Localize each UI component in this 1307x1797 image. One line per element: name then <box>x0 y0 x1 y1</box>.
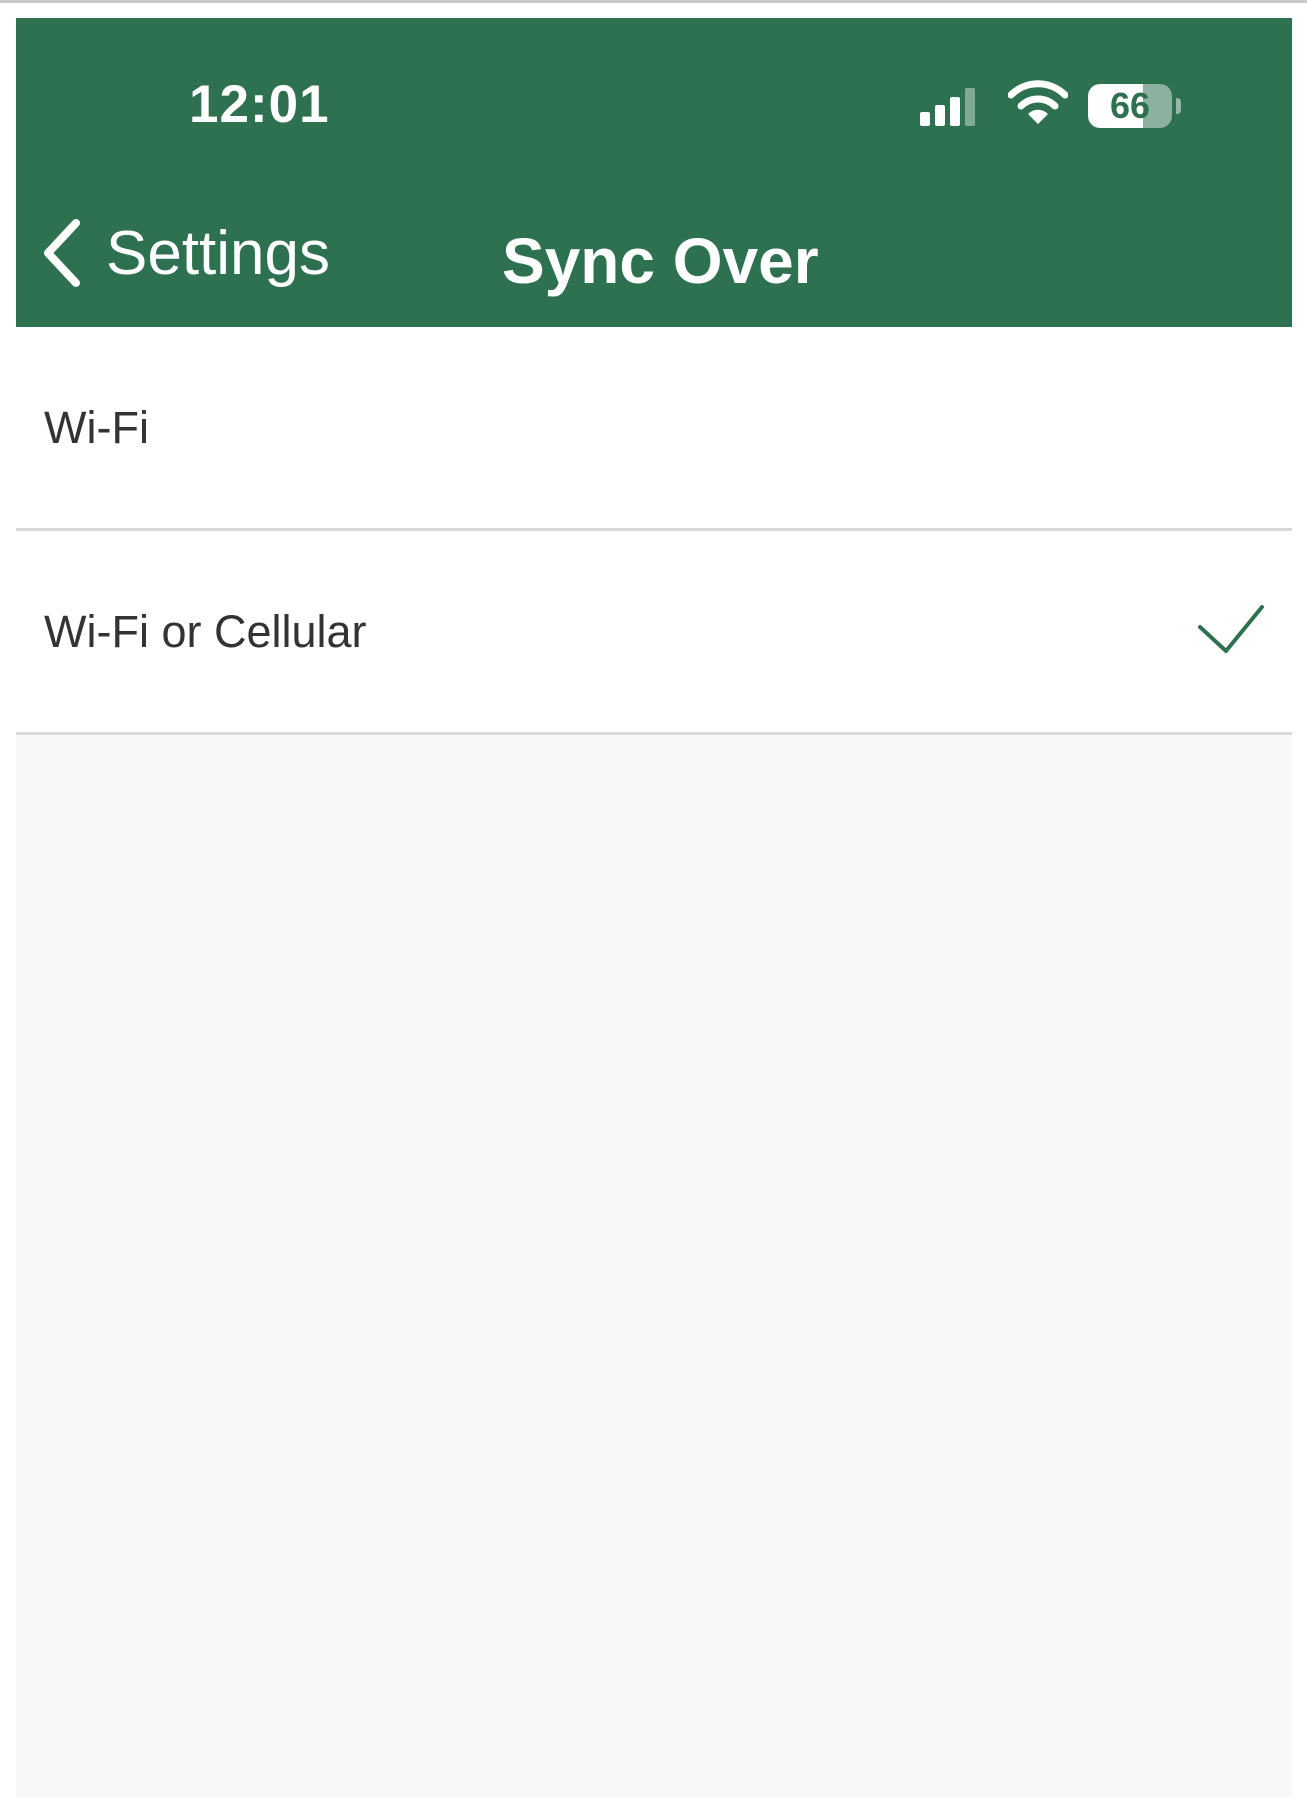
wifi-icon <box>1008 80 1068 124</box>
page-title: Sync Over <box>502 225 819 297</box>
option-wifi[interactable]: Wi-Fi <box>16 327 1292 531</box>
back-button[interactable]: Settings <box>42 208 330 298</box>
cellular-signal-icon <box>920 88 975 126</box>
option-label: Wi-Fi or Cellular <box>44 606 367 657</box>
status-time: 12:01 <box>189 75 330 134</box>
battery-level: 66 <box>1109 85 1151 126</box>
battery-icon: 66 <box>1088 84 1181 128</box>
status-icons: 66 <box>920 80 1220 130</box>
top-border <box>0 0 1307 3</box>
sync-options-list: Wi-Fi Wi-Fi or Cellular <box>16 327 1292 735</box>
option-wifi-or-cellular[interactable]: Wi-Fi or Cellular <box>16 531 1292 735</box>
option-label: Wi-Fi <box>44 402 149 453</box>
app-screen: 12:01 66 Settings Sync Over Wi-Fi Wi-Fi … <box>16 18 1292 1797</box>
checkmark-icon <box>1198 605 1264 653</box>
back-button-label: Settings <box>106 218 331 288</box>
header-bar: 12:01 66 Settings Sync Over <box>16 18 1292 327</box>
chevron-left-icon <box>44 219 80 287</box>
